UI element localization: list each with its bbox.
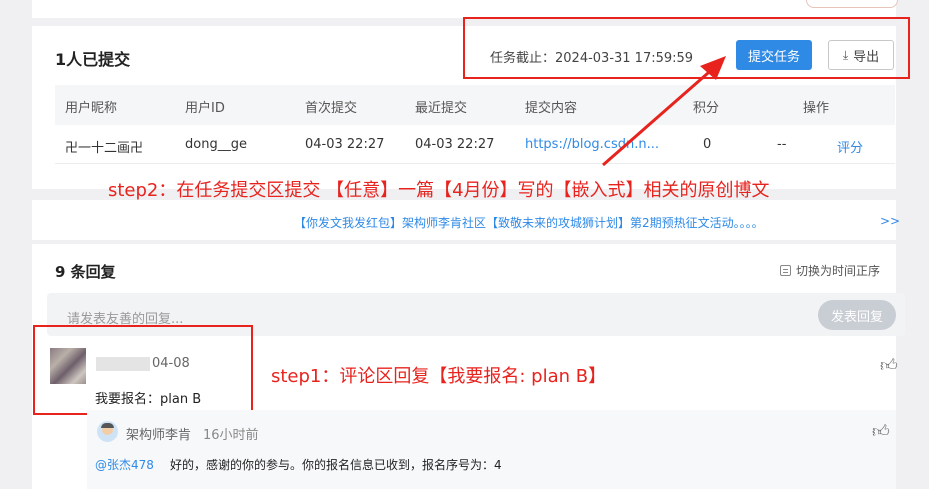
cell-placeholder-dash: -- <box>777 137 787 152</box>
annotation-step1: step1：评论区回复【我要报名: plan B】 <box>271 366 607 387</box>
sort-toggle-label: 切换为时间正序 <box>796 264 881 278</box>
reply-time: 16小时前 <box>203 428 259 443</box>
cell-user-id: dong__ge <box>185 137 247 152</box>
column-header-user-id: 用户ID <box>185 101 225 116</box>
annotation-step2: step2：在任务提交区提交 【任意】一篇【4月份】写的【嵌入式】相关的原创博文 <box>108 180 770 201</box>
cell-nickname: 卍一十二画卍 <box>65 141 144 156</box>
banner-more-link[interactable]: >> <box>880 214 900 228</box>
sort-toggle[interactable]: 切换为时间正序 <box>780 262 880 279</box>
reply-text: 好的，感谢的你的参与。你的报名信息已收到，报名序号为：4 <box>170 458 502 472</box>
reply-mention[interactable]: @张杰478 <box>95 456 154 473</box>
cell-latest-submit: 04-03 22:27 <box>415 137 495 152</box>
sort-icon <box>780 265 791 276</box>
reply-author[interactable]: 架构师李肯 <box>126 424 191 443</box>
annotation-box-comment <box>33 325 253 415</box>
submission-count-title: 1人已提交 <box>55 50 131 69</box>
cell-first-submit: 04-03 22:27 <box>305 137 385 152</box>
annotation-box-submit <box>463 17 910 79</box>
column-header-nickname: 用户昵称 <box>65 101 118 116</box>
comment-count-title: 9 条回复 <box>55 263 116 281</box>
column-header-points: 积分 <box>693 101 720 116</box>
column-header-action: 操作 <box>803 101 830 116</box>
table-row: 卍一十二画卍 dong__ge 04-03 22:27 04-03 22:27 … <box>55 125 895 164</box>
previous-card-edge <box>32 0 896 18</box>
author-avatar[interactable] <box>97 421 118 442</box>
reply-like-icon[interactable]: 👍︎ <box>872 421 890 442</box>
column-header-latest-submit: 最近提交 <box>415 101 468 116</box>
cell-content-link[interactable]: https://blog.csdn.n... <box>525 137 659 152</box>
like-icon[interactable]: 👍︎ <box>880 355 898 376</box>
submission-table-header: 用户昵称 用户ID 首次提交 最近提交 提交内容 积分 操作 <box>55 85 895 125</box>
column-header-content: 提交内容 <box>525 101 578 116</box>
sub-reply <box>87 410 896 489</box>
column-header-first-submit: 首次提交 <box>305 101 358 116</box>
cell-points: 0 <box>703 137 712 152</box>
activity-banner-link[interactable]: 【你发文我发红包】架构师李肯社区【致敬未来的攻城狮计划】第2期预热征文活动。。。… <box>294 214 764 231</box>
score-link[interactable]: 评分 <box>837 137 863 156</box>
post-reply-button[interactable]: 发表回复 <box>818 300 896 330</box>
previous-card-button[interactable] <box>806 0 898 8</box>
